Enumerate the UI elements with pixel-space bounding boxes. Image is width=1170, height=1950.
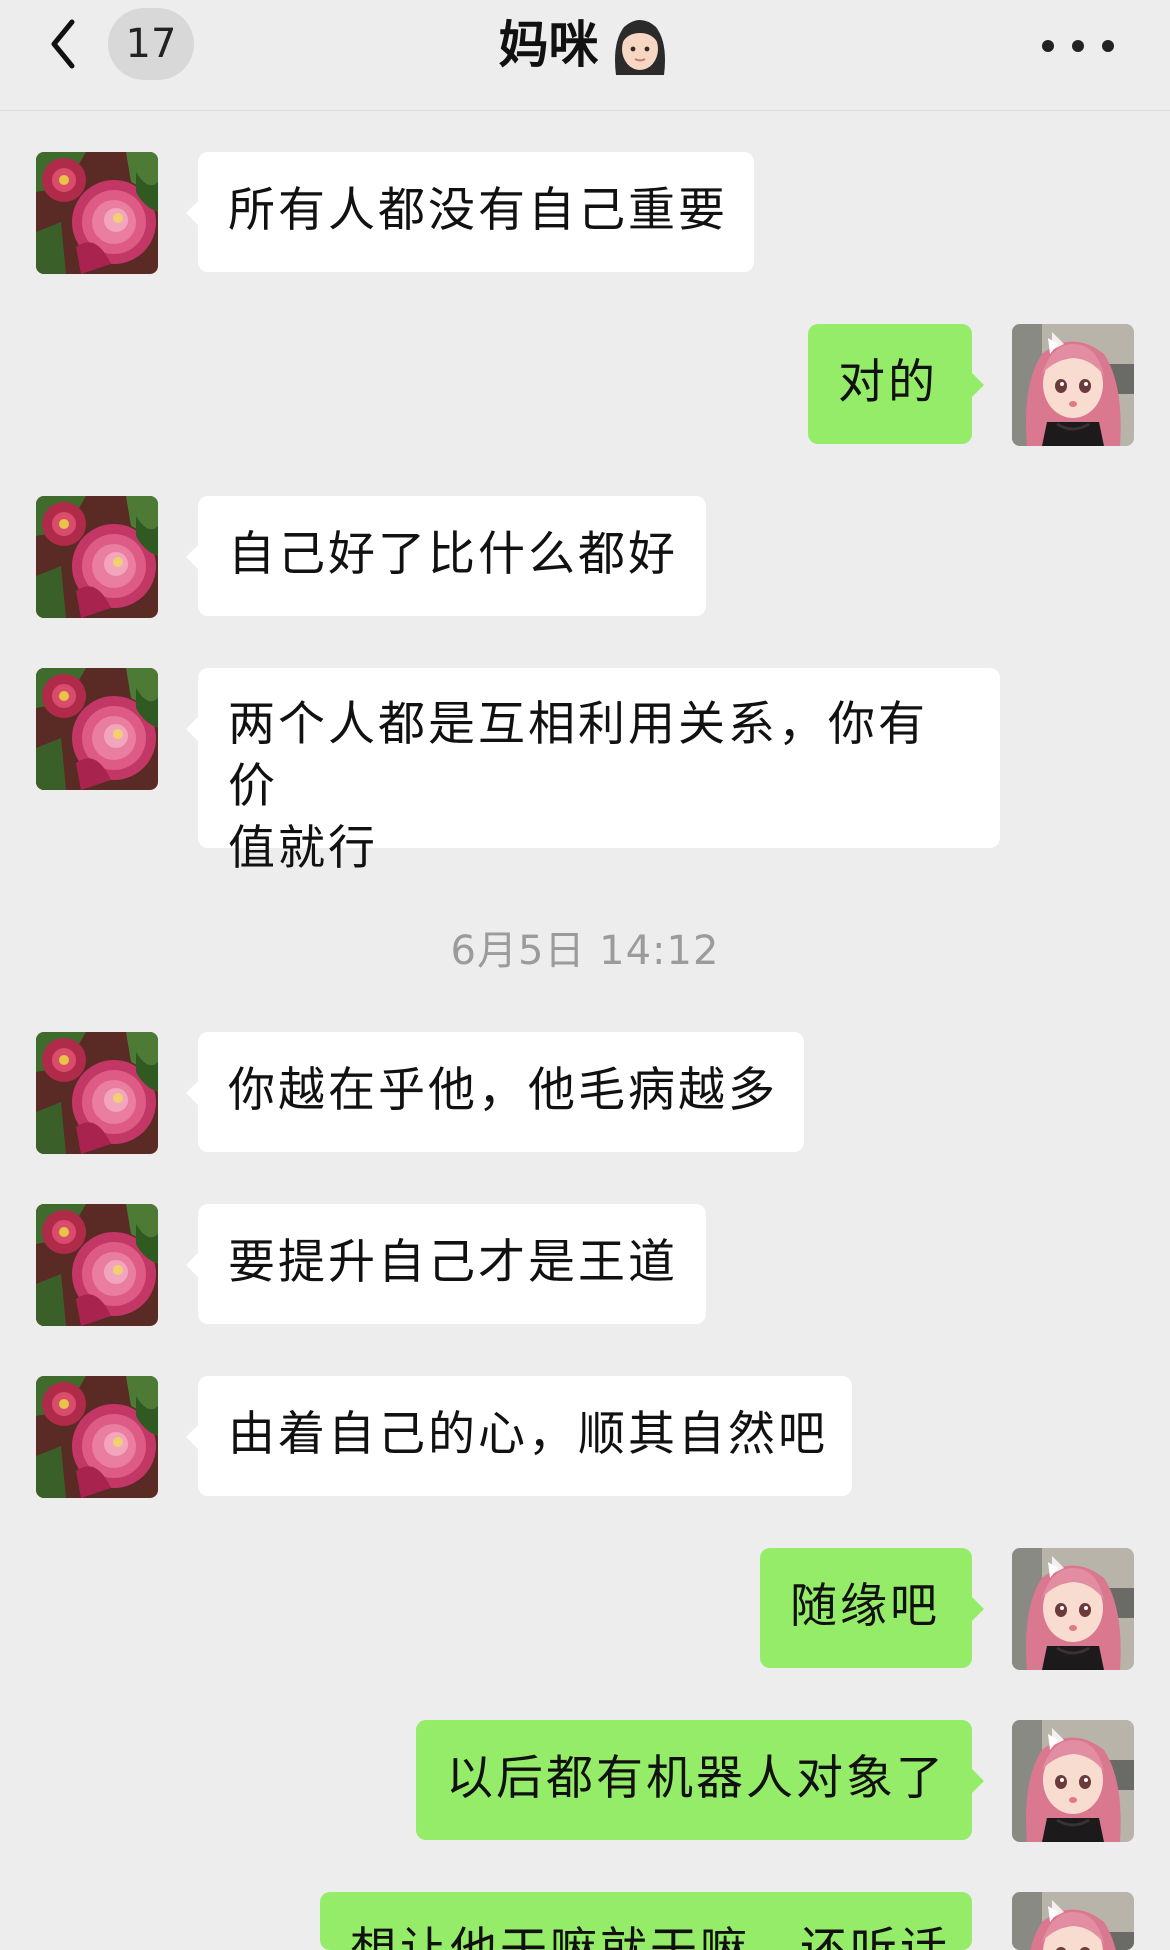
incoming-message-bubble[interactable]: 所有人都没有自己重要 bbox=[186, 152, 754, 272]
contact-avatar[interactable] bbox=[36, 152, 158, 274]
contact-avatar[interactable] bbox=[36, 668, 158, 790]
outgoing-message-bubble[interactable]: 以后都有机器人对象了 bbox=[416, 1720, 984, 1840]
peony-flower-avatar bbox=[36, 152, 158, 274]
more-dot-icon bbox=[1042, 40, 1054, 52]
peony-flower-avatar bbox=[36, 668, 158, 790]
chat-header: 17 妈咪 bbox=[0, 0, 1170, 111]
incoming-message-bubble[interactable]: 你越在乎他，他毛病越多 bbox=[186, 1032, 804, 1152]
contact-avatar[interactable] bbox=[36, 1032, 158, 1154]
incoming-message-bubble[interactable]: 自己好了比什么都好 bbox=[186, 496, 706, 616]
outgoing-message-bubble[interactable]: 对的 bbox=[808, 324, 984, 444]
message-text-line: 值就行 bbox=[228, 821, 378, 876]
more-dot-icon bbox=[1072, 40, 1084, 52]
incoming-message-bubble[interactable]: 由着自己的心，顺其自然吧 bbox=[186, 1376, 852, 1496]
my-avatar[interactable] bbox=[1012, 1720, 1134, 1842]
more-dot-icon bbox=[1102, 40, 1114, 52]
my-avatar[interactable] bbox=[1012, 1892, 1134, 1950]
peony-flower-avatar bbox=[36, 496, 158, 618]
chat-title: 妈咪 bbox=[0, 10, 1170, 80]
pink-hair-girl-avatar bbox=[1012, 1892, 1134, 1950]
incoming-message-bubble[interactable]: 要提升自己才是王道 bbox=[186, 1204, 706, 1324]
pink-hair-girl-avatar bbox=[1012, 1720, 1134, 1842]
pink-hair-girl-avatar bbox=[1012, 324, 1134, 446]
message-timestamp: 6月5日 14:12 bbox=[450, 928, 720, 974]
outgoing-message-bubble[interactable]: 随缘吧 bbox=[760, 1548, 984, 1668]
contact-avatar[interactable] bbox=[36, 1376, 158, 1498]
my-avatar[interactable] bbox=[1012, 1548, 1134, 1670]
peony-flower-avatar bbox=[36, 1376, 158, 1498]
more-options-button[interactable] bbox=[1040, 24, 1120, 64]
contact-avatar[interactable] bbox=[36, 496, 158, 618]
peony-flower-avatar bbox=[36, 1032, 158, 1154]
incoming-message-bubble[interactable]: 两个人都是互相利用关系，你有价 值就行 bbox=[186, 668, 1000, 876]
pink-hair-girl-avatar bbox=[1012, 1548, 1134, 1670]
peony-flower-avatar bbox=[36, 1204, 158, 1326]
chat-title-text: 妈咪 bbox=[498, 16, 599, 74]
contact-avatar[interactable] bbox=[36, 1204, 158, 1326]
my-avatar[interactable] bbox=[1012, 324, 1134, 446]
message-text-line: 两个人都是互相利用关系，你有价 bbox=[228, 697, 928, 814]
woman-face-emoji-icon bbox=[614, 20, 665, 75]
outgoing-message-bubble[interactable]: 想让他干嘛就干嘛，还听话 bbox=[320, 1892, 972, 1950]
